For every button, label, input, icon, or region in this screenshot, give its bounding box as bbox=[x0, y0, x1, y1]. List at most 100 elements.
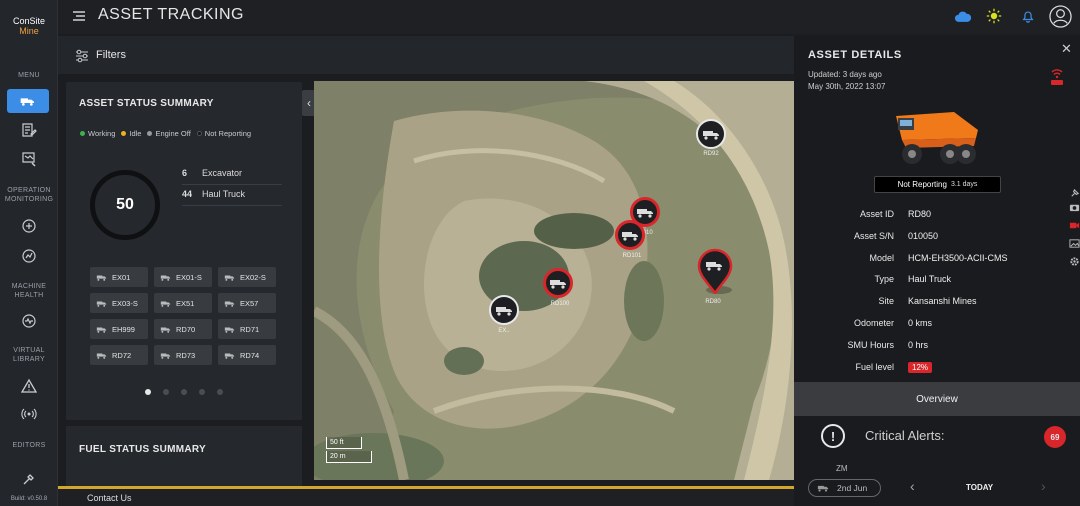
date-chip[interactable]: 2nd Jun bbox=[808, 479, 881, 497]
contact-us-link[interactable]: Contact Us bbox=[87, 493, 132, 503]
map-marker-rd100[interactable] bbox=[543, 268, 573, 298]
truck-icon bbox=[160, 353, 171, 359]
app: ConSite Mine MENU OPERATION MONITORING M… bbox=[0, 0, 1080, 506]
field-value: Haul Truck bbox=[908, 274, 952, 285]
marker-label-rd100: RD100 bbox=[550, 301, 570, 307]
truck-icon bbox=[96, 327, 107, 333]
asset-chip[interactable]: EH999 bbox=[90, 319, 148, 339]
chevron-right-icon[interactable]: › bbox=[1041, 478, 1046, 494]
warning-icon[interactable] bbox=[17, 375, 41, 397]
filters-bar[interactable]: Filters bbox=[58, 36, 794, 74]
field-key: Model bbox=[869, 252, 894, 263]
asset-chip-label: EX01-S bbox=[176, 272, 202, 282]
notification-bell-icon[interactable] bbox=[1018, 6, 1038, 26]
truck-icon bbox=[96, 275, 107, 281]
weather-sun-icon[interactable] bbox=[984, 6, 1004, 26]
field-key: Asset ID bbox=[859, 209, 894, 219]
machine-health-icon[interactable] bbox=[17, 310, 41, 332]
status-duration: 3.1 days bbox=[950, 181, 978, 188]
asset-details-panel: ASSET DETAILS ✕ Updated: 3 days ago May … bbox=[794, 36, 1080, 506]
logo-line1: ConSite bbox=[12, 16, 46, 26]
map-marker-excavator[interactable] bbox=[489, 295, 519, 325]
scale-ft: 50 ft bbox=[326, 437, 362, 449]
pager-dot[interactable] bbox=[199, 389, 205, 395]
overview-button[interactable]: Overview bbox=[794, 382, 1080, 416]
asset-pager bbox=[145, 389, 223, 395]
today-label[interactable]: TODAY bbox=[966, 483, 993, 492]
chevron-left-icon[interactable]: ‹ bbox=[910, 478, 915, 494]
report-icon[interactable] bbox=[17, 148, 41, 170]
legend-idle: Idle bbox=[121, 129, 141, 138]
gallery-icon[interactable] bbox=[1069, 238, 1080, 249]
map-marker-rd92[interactable] bbox=[696, 119, 726, 149]
updated-info: Updated: 3 days ago May 30th, 2022 13:07 bbox=[808, 69, 885, 93]
pin-tool-icon[interactable] bbox=[1069, 188, 1080, 199]
field-key: Site bbox=[878, 296, 894, 307]
asset-chip-label: RD73 bbox=[176, 350, 196, 360]
exclamation-icon: ! bbox=[821, 424, 845, 448]
asset-chip[interactable]: RD73 bbox=[154, 345, 212, 365]
pager-dot[interactable] bbox=[181, 389, 187, 395]
asset-chip[interactable]: EX57 bbox=[218, 293, 276, 313]
pager-dot[interactable] bbox=[145, 389, 151, 395]
field-key: Asset S/N bbox=[853, 230, 894, 241]
field-value: 0 kms bbox=[908, 318, 933, 328]
critical-alerts-section: ! Critical Alerts: 69 ZM 2nd Jun ‹ TODAY… bbox=[794, 420, 1080, 506]
asset-chip[interactable]: RD72 bbox=[90, 345, 148, 365]
marker-label-rd80: RD80 bbox=[705, 299, 721, 305]
editor-tool-icon[interactable] bbox=[17, 468, 41, 490]
operation-monitoring-icon[interactable] bbox=[17, 215, 41, 237]
fuel-status-summary-title: FUEL STATUS SUMMARY bbox=[79, 444, 206, 455]
map-marker-rd101[interactable] bbox=[615, 220, 645, 250]
asset-chip-label: EX51 bbox=[176, 298, 195, 308]
virtual-label-2: LIBRARY bbox=[13, 356, 45, 363]
truck-icon bbox=[96, 301, 107, 307]
status-legend: Working Idle Engine Off Not Reporting bbox=[80, 129, 251, 138]
top-bar: ASSET TRACKING bbox=[58, 0, 1080, 34]
selected-asset-pin-icon[interactable] bbox=[697, 248, 733, 294]
asset-chip[interactable]: EX01 bbox=[90, 267, 148, 287]
edit-list-icon[interactable] bbox=[17, 119, 41, 141]
logo[interactable]: ConSite Mine bbox=[6, 16, 52, 36]
asset-chip[interactable]: RD70 bbox=[154, 319, 212, 339]
asset-chip[interactable]: EX01-S bbox=[154, 267, 212, 287]
operation-label-2: MONITORING bbox=[4, 196, 54, 203]
asset-status-summary-title: ASSET STATUS SUMMARY bbox=[79, 98, 214, 109]
status-badge: Not Reporting 3.1 days bbox=[874, 176, 1001, 193]
haul-truck-image bbox=[896, 112, 978, 164]
cloud-icon[interactable] bbox=[953, 6, 973, 26]
satellite-map[interactable]: RD92 RD10 RD101 RD100 EX.. RD80 50 ft 20… bbox=[314, 81, 794, 480]
operation-label-1: OPERATION bbox=[7, 187, 51, 194]
pager-dot[interactable] bbox=[163, 389, 169, 395]
total-assets-ring[interactable]: 50 bbox=[90, 170, 160, 240]
close-icon[interactable]: ✕ bbox=[1061, 41, 1072, 57]
asset-chip[interactable]: EX03-S bbox=[90, 293, 148, 313]
broadcast-icon[interactable] bbox=[17, 403, 41, 425]
page-title: ASSET TRACKING bbox=[98, 6, 244, 23]
settings-gear-icon[interactable] bbox=[1069, 256, 1080, 267]
asset-chip[interactable]: RD71 bbox=[218, 319, 276, 339]
updated-ago: Updated: 3 days ago bbox=[808, 70, 882, 79]
status-text: Not Reporting bbox=[897, 180, 947, 189]
video-icon[interactable] bbox=[1069, 220, 1080, 231]
camera-icon[interactable] bbox=[1069, 202, 1080, 213]
scale-m: 20 m bbox=[326, 451, 372, 463]
editors-label: EDITORS bbox=[12, 442, 46, 449]
truck-icon bbox=[224, 353, 235, 359]
monitoring-chart-icon[interactable] bbox=[17, 245, 41, 267]
field-value: HCM-EH3500-ACII-CMS bbox=[908, 252, 1008, 263]
logo-line2: Mine bbox=[19, 26, 39, 36]
asset-chip[interactable]: EX51 bbox=[154, 293, 212, 313]
legend-not-reporting: Not Reporting bbox=[196, 129, 251, 138]
alerts-count-badge[interactable]: 69 bbox=[1044, 426, 1066, 448]
pager-dot[interactable] bbox=[217, 389, 223, 395]
asset-tracking-nav-icon[interactable] bbox=[7, 89, 49, 113]
user-avatar-icon[interactable] bbox=[1048, 4, 1072, 28]
fuel-level-key: Fuel level bbox=[855, 362, 894, 372]
truck-icon bbox=[224, 301, 235, 307]
fuel-level-badge: 12% bbox=[908, 362, 933, 373]
asset-chip-label: EH999 bbox=[112, 324, 135, 334]
asset-chip[interactable]: EX02-S bbox=[218, 267, 276, 287]
hamburger-menu-icon[interactable] bbox=[72, 9, 86, 23]
asset-chip[interactable]: RD74 bbox=[218, 345, 276, 365]
